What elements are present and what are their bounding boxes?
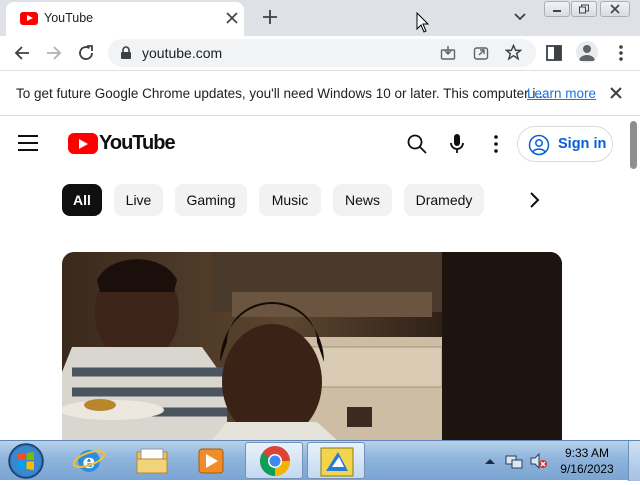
volume-muted-icon[interactable]: [530, 453, 548, 469]
infobar-close-button[interactable]: [607, 84, 625, 102]
youtube-header: YouTube Sign in: [0, 117, 628, 173]
clock-date[interactable]: 9/16/2023: [552, 462, 622, 476]
network-icon[interactable]: [505, 453, 523, 469]
minimize-button[interactable]: [544, 1, 570, 17]
forward-arrow-icon[interactable]: [43, 42, 65, 64]
profile-button[interactable]: [576, 41, 598, 63]
browser-toolbar: youtube.com: [0, 36, 640, 70]
video-thumbnail[interactable]: [62, 252, 562, 440]
windows-start-icon: [8, 443, 44, 479]
hamburger-icon[interactable]: [18, 135, 38, 151]
chip-live[interactable]: Live: [114, 184, 163, 216]
clock-time[interactable]: 9:33 AM: [552, 446, 622, 460]
video-thumbnail-image: [62, 252, 562, 440]
chip-dramedy[interactable]: Dramedy: [404, 184, 484, 216]
minimize-icon: [553, 10, 561, 12]
plus-icon: [263, 10, 277, 24]
chip-all[interactable]: All: [62, 184, 102, 216]
side-panel-icon[interactable]: [543, 42, 565, 64]
youtube-logo-icon[interactable]: [68, 133, 98, 154]
search-icon[interactable]: [405, 132, 429, 156]
file-explorer-icon: [136, 448, 168, 474]
youtube-wordmark[interactable]: YouTube: [99, 132, 176, 155]
close-icon: [226, 12, 238, 24]
filter-chips-bar: All Live Gaming Music News Dramedy: [0, 173, 628, 229]
infobar-message: To get future Google Chrome updates, you…: [16, 86, 547, 101]
new-tab-button[interactable]: [259, 5, 281, 29]
sign-in-label: Sign in: [558, 136, 607, 152]
close-tab-button[interactable]: [224, 8, 240, 28]
kebab-menu-icon[interactable]: [488, 134, 504, 154]
show-desktop-button[interactable]: [628, 441, 640, 481]
chrome-icon: [260, 446, 290, 476]
restore-button[interactable]: [571, 1, 597, 17]
back-arrow-icon[interactable]: [11, 42, 33, 64]
url-text[interactable]: youtube.com: [142, 45, 222, 61]
install-icon[interactable]: [440, 45, 456, 61]
tab-youtube[interactable]: YouTube: [6, 2, 244, 36]
taskbar-chrome[interactable]: [245, 442, 303, 479]
chip-news[interactable]: News: [333, 184, 392, 216]
share-icon[interactable]: [473, 45, 489, 61]
reload-icon[interactable]: [75, 42, 97, 64]
app-icon: [320, 447, 354, 477]
maximize-icon: [579, 4, 589, 14]
update-infobar: To get future Google Chrome updates, you…: [0, 70, 640, 116]
account-circle-icon: [528, 134, 550, 156]
close-icon: [610, 87, 622, 99]
scrollbar-thumb[interactable]: [630, 121, 637, 169]
taskbar-media-player[interactable]: [182, 442, 240, 479]
youtube-favicon-icon: [20, 12, 38, 25]
sign-in-button[interactable]: Sign in: [517, 126, 613, 162]
mouse-cursor-icon: [416, 12, 430, 33]
microphone-icon[interactable]: [447, 132, 467, 156]
chip-music[interactable]: Music: [259, 184, 321, 216]
window-close-button[interactable]: [600, 1, 630, 17]
chevron-right-icon[interactable]: [524, 190, 544, 210]
close-icon: [610, 4, 620, 14]
address-bar[interactable]: youtube.com: [108, 39, 536, 67]
windows-taskbar: e 9:33 AM 9/16/2023: [0, 440, 640, 481]
lock-icon[interactable]: [120, 46, 132, 60]
media-player-icon: [198, 448, 224, 474]
internet-explorer-icon: e: [72, 449, 106, 473]
star-icon[interactable]: [505, 44, 522, 61]
tray-arrow-icon[interactable]: [484, 457, 496, 465]
taskbar-app[interactable]: [307, 442, 365, 479]
chevron-down-icon: [514, 13, 526, 21]
kebab-menu-icon[interactable]: [610, 42, 632, 64]
taskbar-internet-explorer[interactable]: e: [60, 442, 118, 479]
tab-strip: YouTube: [0, 0, 640, 36]
taskbar-file-explorer[interactable]: [122, 442, 180, 479]
chip-gaming[interactable]: Gaming: [175, 184, 247, 216]
tab-search-button[interactable]: [510, 9, 530, 25]
learn-more-link[interactable]: Learn more: [527, 86, 596, 101]
profile-icon: [579, 45, 595, 61]
tab-title: YouTube: [44, 11, 94, 25]
start-button[interactable]: [4, 442, 48, 480]
page-scrollbar[interactable]: [628, 117, 640, 440]
